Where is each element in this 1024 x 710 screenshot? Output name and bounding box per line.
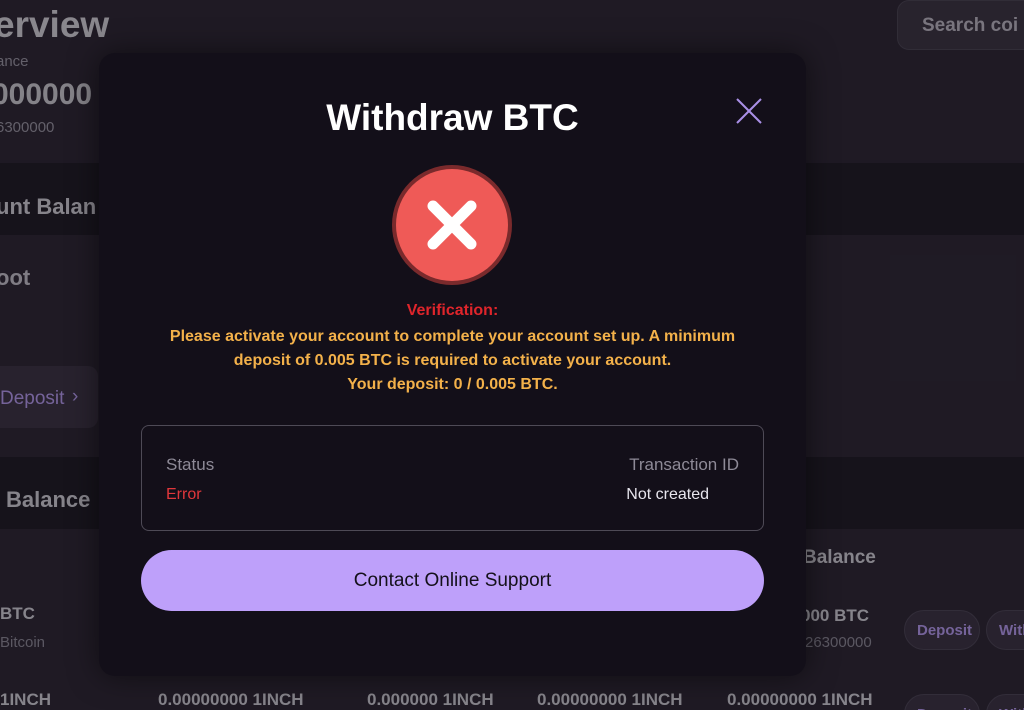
verification-message: Please activate your account to complete… [129,325,776,397]
transaction-status-box: Status Error Transaction ID Not created [141,425,764,531]
message-line: deposit of 0.005 BTC is required to acti… [233,352,672,369]
verification-label: Verification: [406,302,499,319]
message-line: Please activate your account to complete… [169,328,736,345]
modal-title: Withdraw BTC [326,97,579,138]
transaction-id-label: Transaction ID [629,455,739,474]
error-x-icon [391,164,513,286]
deposit-progress-text: Your deposit: 0 / 0.005 BTC. [347,376,558,393]
status-label: Status [166,455,215,474]
status-value: Error [166,486,202,503]
contact-support-button[interactable]: Contact Online Support [141,550,764,611]
transaction-id-value: Not created [626,486,709,503]
close-icon[interactable] [735,97,763,125]
withdraw-modal: Withdraw BTC Verification: Please activa… [99,53,806,676]
